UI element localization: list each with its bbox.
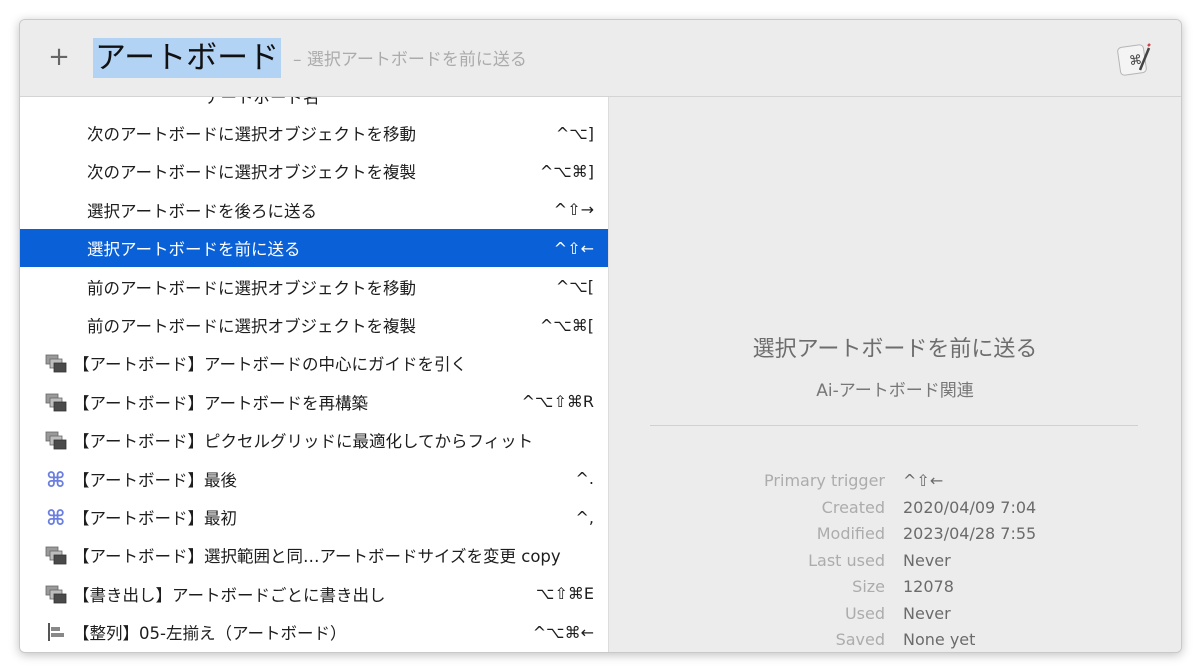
result-shortcut: ^⌥] [555,123,594,143]
meta-row: Primary trigger ^⇧← [609,468,1181,494]
detail-title: 選択アートボードを前に送る [752,337,1038,362]
meta-value: 2023/04/28 7:55 [903,524,1037,543]
meta-row: Created 2020/04/09 7:04 [609,495,1181,521]
result-row[interactable]: 【アートボード】選択範囲と同…アートボードサイズを変更 copy [20,536,608,574]
result-label: 選択アートボードを前に送る [87,240,301,260]
result-row[interactable]: 【アートボード】ピクセルグリッドに最適化してからフィット [20,421,608,459]
windows-icon [45,544,67,566]
meta-value: Never [903,550,951,570]
align-left-icon [45,621,67,643]
result-row[interactable]: ⌘ 【アートボード】最後 ^. [20,460,608,498]
detail-group: Ai-アートボード関連 [816,381,974,401]
windows-icon [45,352,67,374]
search-bar: + アートボード – 選択アートボードを前に送る ⌘ [20,20,1181,97]
meta-value: 12078 [903,577,954,596]
result-label: 【アートボード】アートボードの中心にガイドを引く [73,355,468,375]
result-row-selected[interactable]: 選択アートボードを前に送る ^⇧← [20,229,608,268]
meta-row: Used Never [609,601,1181,627]
result-row[interactable]: 【整列】05-左揃え（アートボード） ^⌥⌘← [20,613,608,651]
result-label: 次のアートボードに選択オブジェクトを移動 [87,125,417,144]
result-label: 【アートボード】アートボードを再構築 [73,393,369,413]
result-row[interactable]: 前のアートボードに選択オブジェクトを移動 ^⌥[ [20,268,608,306]
meta-label: Last used [808,550,885,570]
result-shortcut: ^⌥[ [555,277,594,297]
result-shortcut: ^. [575,469,595,489]
result-shortcut: ^, [575,507,595,527]
detail-panel: 選択アートボードを前に送る Ai-アートボード関連 Primary trigge… [609,97,1181,652]
meta-label: Created [821,497,885,517]
result-label: 前のアートボードに選択オブジェクトを複製 [87,317,417,336]
result-shortcut: ^⌥⌘← [532,622,594,642]
result-shortcut: ⌥⇧⌘E [536,584,594,604]
results-list[interactable]: アートボード名 次のアートボードに選択オブジェクトを移動 ^⌥] 次のアートボードに選… [20,97,609,652]
result-row[interactable]: 【書き出し】アートボードごとに書き出し ⌥⇧⌘E [20,575,608,613]
result-label: 【アートボード】選択範囲と同…アートボードサイズを変更 copy [73,547,561,567]
result-row[interactable]: ⌘ 【アートボード】最初 ^, [20,498,608,536]
svg-text:⌘: ⌘ [46,506,65,528]
meta-label: Modified [816,524,885,543]
result-shortcut: ^⌥⌘[ [539,315,594,335]
result-shortcut: ^⇧← [553,238,594,258]
meta-label: Saved [835,630,885,649]
result-row[interactable]: 【アートボード】アートボードを再構築 ^⌥⇧⌘R [20,383,608,421]
keyboard-maestro-app-icon[interactable]: ⌘ [1114,40,1152,78]
result-row[interactable]: 【アートボード】アートボードの中心にガイドを引く [20,344,608,382]
result-shortcut: ^⌥⌘] [539,161,594,181]
meta-row: Size 12078 [609,574,1181,600]
result-label: アートボード名 [205,97,320,107]
meta-label: Used [844,603,885,623]
result-shortcut: ^⇧→ [553,200,594,220]
add-button[interactable]: + [46,40,72,74]
svg-text:⌘: ⌘ [46,468,65,490]
result-label: 【アートボード】ピクセルグリッドに最適化してからフィット [73,432,534,452]
result-label: 【アートボード】最初 [73,509,238,528]
windows-icon [45,429,67,451]
meta-value: 2020/04/09 7:04 [903,497,1037,517]
result-label: 【書き出し】アートボードごとに書き出し [73,585,386,605]
meta-row: Modified 2023/04/28 7:55 [609,521,1181,547]
meta-label: Primary trigger [764,471,885,490]
search-input[interactable]: アートボード [93,38,282,78]
command-icon: ⌘ [45,506,67,528]
detail-divider [650,425,1138,426]
meta-value: None yet [903,630,976,649]
meta-row: Saved None yet [609,627,1181,652]
search-hint: – 選択アートボードを前に送る [293,50,527,70]
result-label: 【整列】05-左揃え（アートボード） [73,624,347,644]
result-row[interactable]: 前のアートボードに選択オブジェクトを複製 ^⌥⌘[ [20,306,608,344]
windows-icon [45,391,67,413]
command-icon: ⌘ [45,468,67,490]
app-window: + アートボード – 選択アートボードを前に送る ⌘ アートボード名次のアートボ… [19,19,1182,653]
result-row[interactable]: 選択アートボードを後ろに送る ^⇧→ [20,191,608,229]
meta-label: Size [852,577,885,596]
result-row[interactable]: 次のアートボードに選択オブジェクトを複製 ^⌥⌘] [20,152,608,190]
meta-value: Never [903,603,951,623]
result-shortcut: ^⌥⇧⌘R [521,392,594,412]
result-label: 次のアートボードに選択オブジェクトを複製 [87,163,417,183]
result-label: 選択アートボードを後ろに送る [87,201,318,221]
result-label: 前のアートボードに選択オブジェクトを移動 [87,278,417,298]
windows-icon [45,583,67,605]
result-row[interactable]: アートボード名 [20,97,608,115]
meta-row: Last used Never [609,548,1181,574]
result-label: 【アートボード】最後 [73,470,238,490]
result-row[interactable]: 次のアートボードに選択オブジェクトを移動 ^⌥] [20,114,608,152]
meta-value: ^⇧← [903,471,944,490]
